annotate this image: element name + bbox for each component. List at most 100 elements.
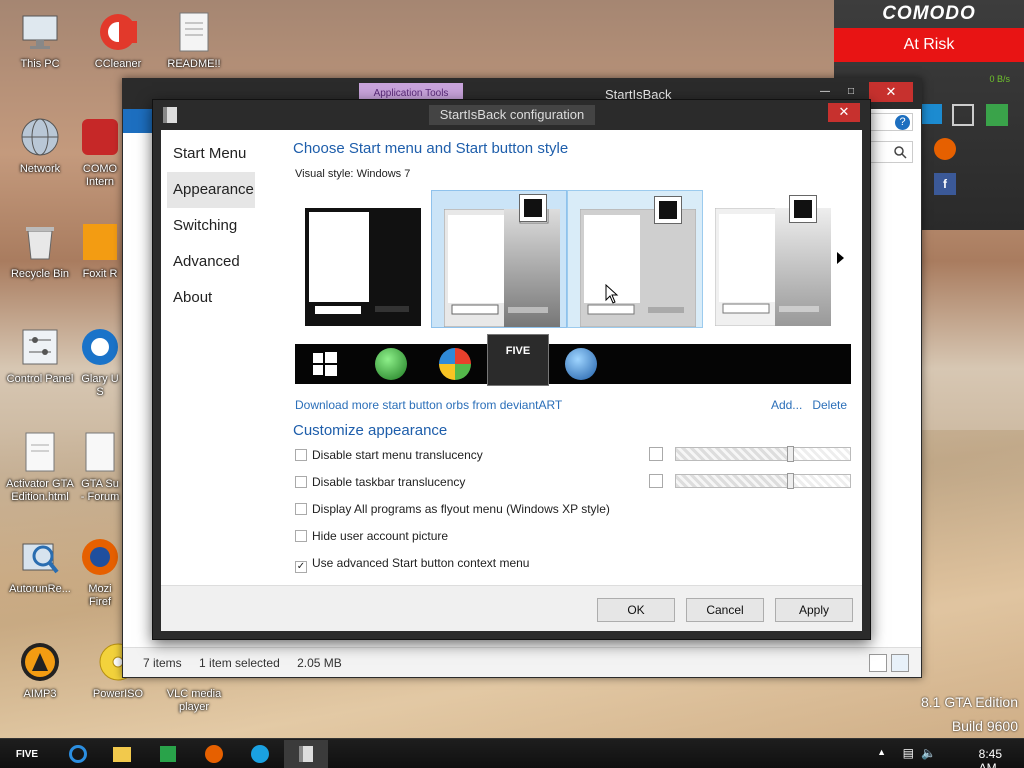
ok-button[interactable]: OK xyxy=(597,598,675,622)
comodo-title: COMODO xyxy=(882,3,976,24)
taskbar-opacity-slider[interactable] xyxy=(675,473,851,489)
customize-heading: Customize appearance xyxy=(293,422,448,439)
ccleaner-icon xyxy=(96,10,140,54)
desktop-icon-this-pc[interactable]: This PC xyxy=(0,10,80,71)
add-orb-link[interactable]: Add... xyxy=(771,398,802,412)
desktop-icon-label: Recycle Bin xyxy=(10,268,70,280)
help-icon[interactable]: ? xyxy=(895,115,910,130)
comodo-user-icon[interactable] xyxy=(986,104,1008,126)
windows7-orb-icon[interactable] xyxy=(565,348,597,380)
desktop-icon-control-panel[interactable]: Control Panel xyxy=(0,325,80,386)
folder-icon xyxy=(113,746,131,762)
desktop-icon-aimp3[interactable]: AIMP3 xyxy=(0,640,80,701)
desktop-icon-glary[interactable]: Glary U S xyxy=(78,325,122,399)
volume-icon[interactable]: 🔈 xyxy=(921,746,936,760)
start-menu-color-swatch[interactable] xyxy=(649,447,663,461)
startisback-dialog: StartIsBack configuration ✕ Start Menu A… xyxy=(152,99,871,640)
taskbar-skype[interactable] xyxy=(238,740,282,768)
option-advanced-context-menu[interactable]: ✓ Use advanced Start button context menu xyxy=(295,555,529,573)
windows-orb-icon[interactable] xyxy=(439,348,471,380)
option-hide-user-picture[interactable]: Hide user account picture xyxy=(295,528,448,544)
nav-item-about[interactable]: About xyxy=(167,280,255,316)
taskbar-firefox[interactable] xyxy=(192,740,236,768)
desktop-icon-comodo[interactable]: COMO Intern xyxy=(78,115,122,189)
nav-item-start-menu[interactable]: Start Menu xyxy=(167,136,255,172)
page-title: Choose Start menu and Start button style xyxy=(293,140,569,157)
appearance-panel: Choose Start menu and Start button style… xyxy=(293,130,853,590)
comodo-status[interactable]: At Risk xyxy=(834,28,1024,62)
recycle-bin-icon xyxy=(18,220,62,264)
desktop-icon-activator[interactable]: Activator GTA Edition.html xyxy=(0,430,80,504)
checkbox[interactable] xyxy=(295,449,307,461)
tray-overflow-icon[interactable]: ▲ xyxy=(877,747,886,757)
apply-button[interactable]: Apply xyxy=(775,598,853,622)
taskbar-color-swatch[interactable] xyxy=(649,474,663,488)
desktop-icon-foxit[interactable]: Foxit R xyxy=(78,220,122,281)
control-panel-icon xyxy=(18,325,62,369)
option-label: Disable taskbar translucency xyxy=(312,475,466,489)
checkbox-checked[interactable]: ✓ xyxy=(295,561,307,573)
desktop-icon-network[interactable]: Network xyxy=(0,115,80,176)
document-icon xyxy=(78,430,122,474)
delete-orb-link[interactable]: Delete xyxy=(812,398,847,412)
checkbox[interactable] xyxy=(295,530,307,542)
firefox-icon xyxy=(78,535,122,579)
style-option-dark[interactable] xyxy=(293,190,429,328)
desktop-icon-gta-forum[interactable]: GTA Su - Forum xyxy=(78,430,122,504)
checkbox[interactable] xyxy=(295,503,307,515)
clock[interactable]: 8:45 AM xyxy=(979,747,1002,768)
checkbox[interactable] xyxy=(295,476,307,488)
comodo-tool-icon[interactable] xyxy=(922,104,942,124)
desktop-icon-readme[interactable]: README!! xyxy=(154,10,234,71)
taskbar-store[interactable] xyxy=(146,740,190,768)
taskbar: FIVE ▲ ▤ 🔈 8:45 AM xyxy=(0,738,1024,768)
close-icon[interactable]: ✕ xyxy=(828,103,860,122)
start-button[interactable]: FIVE xyxy=(2,740,52,768)
option-disable-taskbar-translucency[interactable]: Disable taskbar translucency xyxy=(295,474,465,490)
clover-orb-icon[interactable] xyxy=(375,348,407,380)
file-tab[interactable] xyxy=(123,109,153,133)
desktop-icon-autorun[interactable]: AutorunRe... xyxy=(0,535,80,596)
windows8-logo-icon[interactable] xyxy=(313,352,337,376)
desktop-icon-recycle-bin[interactable]: Recycle Bin xyxy=(0,220,80,281)
option-label: Hide user account picture xyxy=(312,529,449,543)
scroll-right-arrow-icon[interactable] xyxy=(837,252,844,264)
style-option-white[interactable] xyxy=(703,190,839,328)
status-selected: 1 item selected xyxy=(199,656,280,670)
gta-five-orb-selected[interactable]: FIVE xyxy=(487,334,549,386)
start-menu-opacity-slider[interactable] xyxy=(675,446,851,462)
option-flyout-all-programs[interactable]: Display All programs as flyout menu (Win… xyxy=(295,501,610,517)
network-icon[interactable]: ▤ xyxy=(903,746,914,760)
monitor-icon xyxy=(18,10,62,54)
large-icons-view-icon[interactable] xyxy=(891,654,909,672)
dialog-titlebar: StartIsBack configuration ✕ xyxy=(153,100,870,130)
taskbar-startisback[interactable] xyxy=(284,740,328,768)
document-icon xyxy=(172,10,216,54)
style-option-light-hover[interactable] xyxy=(567,190,703,328)
comodo-icon xyxy=(78,115,122,159)
details-view-icon[interactable] xyxy=(869,654,887,672)
option-label: Display All programs as flyout menu (Win… xyxy=(312,502,610,516)
taskbar-ie[interactable] xyxy=(56,740,100,768)
nav-item-switching[interactable]: Switching xyxy=(167,208,255,244)
option-disable-start-translucency[interactable]: Disable start menu translucency xyxy=(295,447,483,463)
desktop-icon-ccleaner[interactable]: CCleaner xyxy=(78,10,158,71)
close-icon[interactable]: ✕ xyxy=(869,82,913,102)
facebook-icon[interactable]: f xyxy=(934,173,956,195)
download-orbs-link[interactable]: Download more start button orbs from dev… xyxy=(295,398,562,412)
taskbar-explorer[interactable] xyxy=(100,740,144,768)
desktop-icon-firefox[interactable]: Mozi Firef xyxy=(78,535,122,609)
cancel-button[interactable]: Cancel xyxy=(686,598,764,622)
orb-links: Download more start button orbs from dev… xyxy=(295,398,851,412)
html-file-icon xyxy=(18,430,62,474)
nav-item-advanced[interactable]: Advanced xyxy=(167,244,255,280)
firefox-icon[interactable] xyxy=(934,138,956,160)
orb-actions: Add... Delete xyxy=(771,398,847,412)
nav-item-appearance[interactable]: Appearance xyxy=(167,172,255,208)
comodo-settings-icon[interactable] xyxy=(952,104,974,126)
slider-thumb[interactable] xyxy=(787,473,795,489)
slider-thumb[interactable] xyxy=(787,446,795,462)
explorer-statusbar: 7 items 1 item selected 2.05 MB xyxy=(123,647,921,677)
app-icon xyxy=(163,107,177,123)
mouse-cursor-icon xyxy=(605,284,619,304)
